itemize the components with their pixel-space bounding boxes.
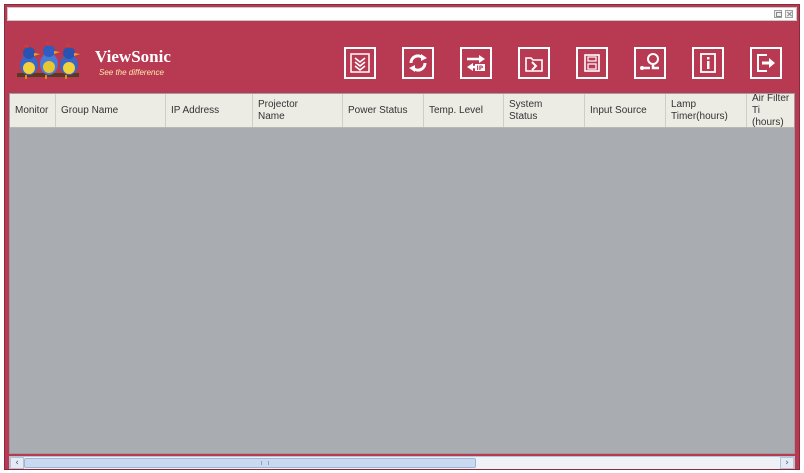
app-window: ViewSonic See the difference IP Monitor … bbox=[4, 4, 800, 470]
title-bar bbox=[7, 7, 797, 21]
change-ip-icon: IP bbox=[467, 55, 485, 72]
info-button[interactable] bbox=[692, 47, 724, 79]
column-header-projector-name[interactable]: Projector Name bbox=[253, 94, 343, 127]
scrollbar-grip bbox=[261, 461, 269, 465]
column-header-monitor[interactable]: Monitor bbox=[10, 94, 56, 127]
column-header-system-status[interactable]: System Status bbox=[504, 94, 585, 127]
brand-tagline: See the difference bbox=[99, 68, 164, 77]
exit-button[interactable] bbox=[750, 47, 782, 79]
scan-button[interactable] bbox=[344, 47, 376, 79]
restore-icon[interactable] bbox=[774, 10, 782, 18]
refresh-icon bbox=[409, 54, 427, 72]
scan-icon bbox=[350, 53, 370, 73]
brand-logo: ViewSonic See the difference bbox=[15, 39, 185, 83]
column-header-power-status[interactable]: Power Status bbox=[343, 94, 424, 127]
brand-name: ViewSonic bbox=[95, 47, 171, 66]
scrollbar-thumb[interactable] bbox=[24, 458, 476, 468]
save-icon bbox=[584, 54, 600, 72]
column-header-air-filter-timer[interactable]: Air Filter Ti (hours) bbox=[747, 94, 794, 127]
import-button[interactable] bbox=[518, 47, 550, 79]
column-header-ip-address[interactable]: IP Address bbox=[166, 94, 253, 127]
header-bar: ViewSonic See the difference IP bbox=[5, 23, 799, 93]
close-icon[interactable] bbox=[785, 10, 793, 18]
column-header-lamp-timer[interactable]: Lamp Timer(hours) bbox=[666, 94, 747, 127]
exit-icon bbox=[757, 54, 775, 72]
column-header-temp-level[interactable]: Temp. Level bbox=[424, 94, 504, 127]
projector-table: Monitor Group Name IP Address Projector … bbox=[9, 93, 795, 454]
horizontal-scrollbar[interactable]: ‹ › bbox=[9, 456, 795, 469]
settings-button[interactable] bbox=[634, 47, 666, 79]
info-icon bbox=[700, 53, 716, 73]
table-header: Monitor Group Name IP Address Projector … bbox=[10, 94, 794, 128]
refresh-button[interactable] bbox=[402, 47, 434, 79]
settings-icon bbox=[640, 53, 659, 70]
save-button[interactable] bbox=[576, 47, 608, 79]
birds-logo-icon bbox=[17, 41, 80, 79]
column-header-input-source[interactable]: Input Source bbox=[585, 94, 666, 127]
change-ip-button[interactable]: IP bbox=[460, 47, 492, 79]
scroll-left-icon[interactable]: ‹ bbox=[10, 457, 24, 469]
column-header-group-name[interactable]: Group Name bbox=[56, 94, 166, 127]
scroll-right-icon[interactable]: › bbox=[780, 457, 794, 469]
svg-text:IP: IP bbox=[477, 65, 484, 72]
import-icon bbox=[525, 57, 543, 72]
